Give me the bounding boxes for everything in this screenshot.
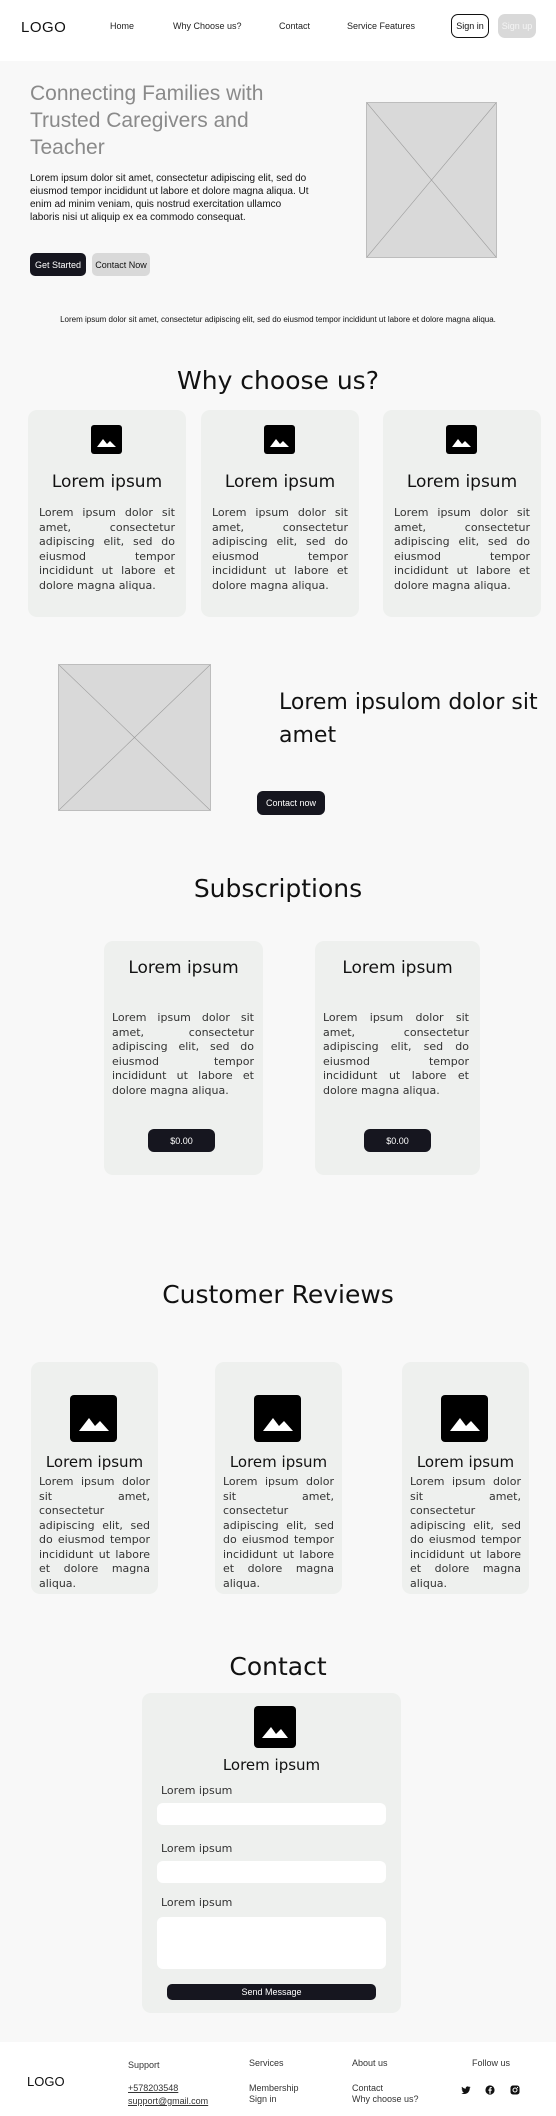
image-icon — [91, 425, 122, 454]
review-card: Lorem ipsum Lorem ipsum dolor sit amet, … — [402, 1362, 529, 1594]
footer-support-heading: Support — [128, 2060, 160, 2070]
subscription-card: Lorem ipsum Lorem ipsum dolor sit amet, … — [315, 941, 480, 1175]
footer-link-why-choose-us[interactable]: Why choose us? — [352, 2094, 419, 2104]
field-label: Lorem ipsum — [161, 1842, 233, 1855]
review-text: Lorem ipsum dolor sit amet, consectetur … — [39, 1475, 150, 1590]
contact-message-textarea[interactable] — [157, 1917, 386, 1969]
hero-title: Connecting Families with Trusted Caregiv… — [30, 82, 264, 159]
hero-image-placeholder — [366, 102, 497, 258]
footer-phone[interactable]: +578203548 — [128, 2083, 178, 2093]
price-button[interactable]: $0.00 — [148, 1129, 215, 1152]
review-title: Lorem ipsum — [45, 1453, 144, 1471]
footer-link-contact[interactable]: Contact — [352, 2083, 383, 2093]
review-title: Lorem ipsum — [229, 1453, 328, 1471]
footer-about-heading: About us — [352, 2058, 388, 2068]
contact-input-2[interactable] — [157, 1861, 386, 1883]
hero-caption: Lorem ipsum dolor sit amet, consectetur … — [60, 315, 496, 324]
field-label: Lorem ipsum — [161, 1896, 233, 1909]
why-card: Lorem ipsum Lorem ipsum dolor sit amet, … — [28, 410, 186, 617]
sign-up-button[interactable]: Sign up — [498, 14, 536, 38]
image-icon — [264, 425, 295, 454]
why-card-text: Lorem ipsum dolor sit amet, consectetur … — [394, 506, 530, 592]
contact-now-button[interactable]: Contact Now — [92, 253, 150, 276]
footer-services-heading: Services — [249, 2058, 284, 2068]
facebook-icon[interactable] — [485, 2082, 495, 2095]
feature-image-placeholder — [58, 664, 211, 811]
contact-input-1[interactable] — [157, 1803, 386, 1825]
nav-home[interactable]: Home — [110, 21, 134, 31]
subscription-card: Lorem ipsum Lorem ipsum dolor sit amet, … — [104, 941, 263, 1175]
feature-title: Lorem ipsulom dolor sit amet — [279, 690, 538, 748]
nav-contact[interactable]: Contact — [279, 21, 310, 31]
image-icon — [446, 425, 477, 454]
get-started-button[interactable]: Get Started — [30, 253, 86, 276]
contact-form: Lorem ipsum Lorem ipsum Lorem ipsum Lore… — [142, 1693, 401, 2013]
field-label: Lorem ipsum — [161, 1784, 233, 1797]
image-icon — [254, 1706, 296, 1748]
footer-link-membership[interactable]: Membership — [249, 2083, 299, 2093]
footer-logo[interactable]: LOGO — [27, 2074, 65, 2089]
why-card-text: Lorem ipsum dolor sit amet, consectetur … — [39, 506, 175, 592]
review-card: Lorem ipsum Lorem ipsum dolor sit amet, … — [31, 1362, 158, 1594]
review-title: Lorem ipsum — [416, 1453, 515, 1471]
hero-text: Lorem ipsum dolor sit amet, consectetur … — [30, 173, 309, 223]
nav-why-choose-us[interactable]: Why Choose us? — [173, 21, 242, 31]
why-card-title: Lorem ipsum — [406, 472, 518, 492]
contact-subtitle: Lorem ipsum — [222, 1756, 321, 1774]
price-button[interactable]: $0.00 — [364, 1129, 431, 1152]
subscription-title: Lorem ipsum — [342, 958, 453, 978]
nav-service-features[interactable]: Service Features — [347, 21, 415, 31]
footer-follow-heading: Follow us — [472, 2058, 511, 2068]
subscription-text: Lorem ipsum dolor sit amet, consectetur … — [112, 1011, 254, 1097]
why-card-title: Lorem ipsum — [51, 472, 163, 492]
why-card: Lorem ipsum Lorem ipsum dolor sit amet, … — [201, 410, 359, 617]
site-footer — [0, 2042, 556, 2116]
image-icon — [70, 1395, 117, 1442]
sign-in-button[interactable]: Sign in — [451, 14, 489, 38]
subscription-text: Lorem ipsum dolor sit amet, consectetur … — [323, 1011, 469, 1097]
send-message-button[interactable]: Send Message — [167, 1984, 376, 2000]
contact-now-button[interactable]: Contact now — [257, 791, 325, 815]
review-text: Lorem ipsum dolor sit amet, consectetur … — [223, 1475, 334, 1590]
twitter-icon[interactable] — [461, 2082, 471, 2094]
why-card: Lorem ipsum Lorem ipsum dolor sit amet, … — [383, 410, 541, 617]
logo[interactable]: LOGO — [21, 19, 66, 36]
subscriptions-heading: Subscriptions — [193, 874, 363, 903]
footer-link-sign-in[interactable]: Sign in — [249, 2094, 277, 2104]
reviews-heading: Customer Reviews — [162, 1280, 394, 1309]
footer-email[interactable]: support@gmail.com — [128, 2096, 208, 2106]
review-text: Lorem ipsum dolor sit amet, consectetur … — [410, 1475, 521, 1590]
why-heading: Why choose us? — [177, 366, 379, 395]
instagram-icon[interactable] — [510, 2082, 520, 2095]
contact-heading: Contact — [229, 1652, 327, 1681]
why-card-text: Lorem ipsum dolor sit amet, consectetur … — [212, 506, 348, 592]
review-card: Lorem ipsum Lorem ipsum dolor sit amet, … — [215, 1362, 342, 1594]
why-card-title: Lorem ipsum — [224, 472, 336, 492]
subscription-title: Lorem ipsum — [128, 958, 239, 978]
image-icon — [254, 1395, 301, 1442]
image-icon — [441, 1395, 488, 1442]
